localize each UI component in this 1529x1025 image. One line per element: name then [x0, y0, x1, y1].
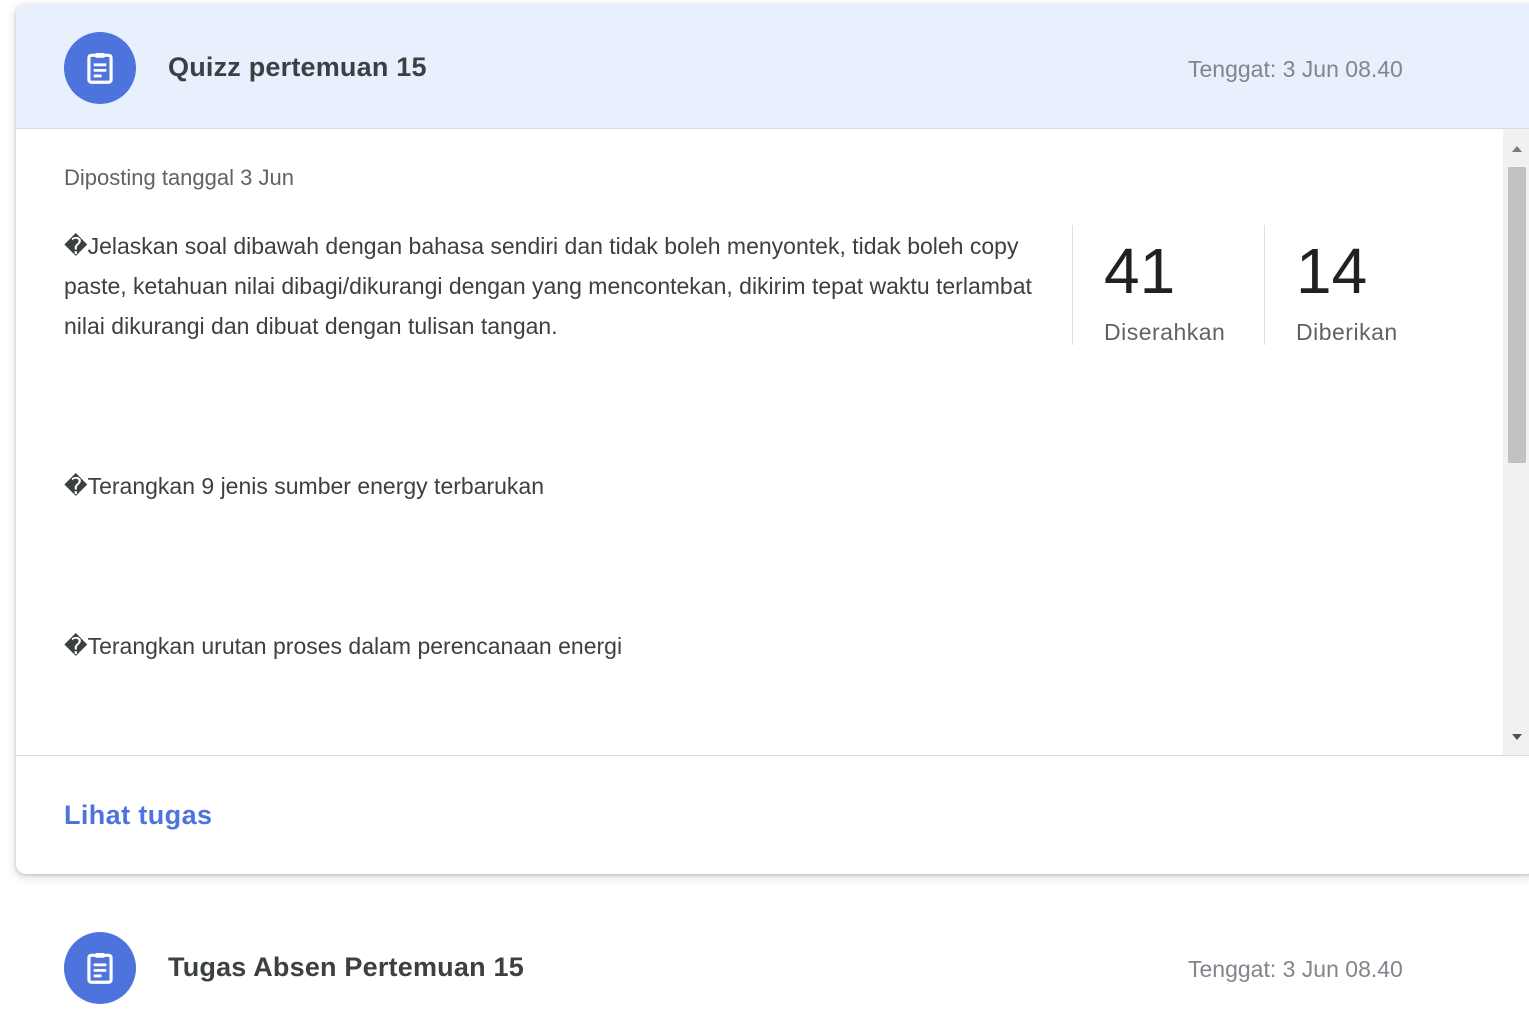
scrollbar[interactable]	[1503, 129, 1529, 755]
assignment-header[interactable]: Quizz pertemuan 15 Tenggat: 3 Jun 08.40	[16, 4, 1529, 129]
assignment-icon	[64, 32, 136, 104]
assigned-label: Diberikan	[1296, 319, 1398, 345]
assigned-count[interactable]: 14	[1296, 239, 1367, 303]
assignment-icon	[64, 932, 136, 1004]
scroll-down-arrow-icon[interactable]	[1503, 725, 1529, 749]
description-paragraph: �Terangkan urutan proses dalam perencana…	[64, 633, 623, 659]
assignment-footer: Lihat tugas	[16, 755, 1529, 874]
submitted-count[interactable]: 41	[1104, 239, 1175, 303]
posted-date: Diposting tanggal 3 Jun	[64, 165, 294, 190]
view-assignment-link[interactable]: Lihat tugas	[64, 800, 212, 831]
stats-divider	[1072, 225, 1073, 345]
assignment-details: Diposting tanggal 3 Jun �Jelaskan soal d…	[16, 129, 1529, 755]
scroll-up-arrow-icon[interactable]	[1503, 137, 1529, 161]
assignment-title[interactable]: Tugas Absen Pertemuan 15	[168, 952, 524, 983]
stats-divider	[1264, 225, 1265, 345]
classwork-page: Quizz pertemuan 15 Tenggat: 3 Jun 08.40 …	[0, 0, 1529, 1025]
assignment-title[interactable]: Quizz pertemuan 15	[168, 52, 427, 83]
assignment-due-date: Tenggat: 3 Jun 08.40	[1188, 956, 1403, 982]
scrollbar-thumb[interactable]	[1508, 167, 1526, 463]
description-paragraph: �Jelaskan soal dibawah dengan bahasa sen…	[64, 233, 1032, 339]
submitted-label: Diserahkan	[1104, 319, 1226, 345]
assignment-row[interactable]: Tugas Absen Pertemuan 15 Tenggat: 3 Jun …	[16, 904, 1529, 1025]
assignment-due-date: Tenggat: 3 Jun 08.40	[1188, 56, 1403, 82]
description-paragraph: �Terangkan 9 jenis sumber energy terbaru…	[64, 473, 545, 499]
assignment-card-expanded: Quizz pertemuan 15 Tenggat: 3 Jun 08.40 …	[16, 4, 1529, 874]
